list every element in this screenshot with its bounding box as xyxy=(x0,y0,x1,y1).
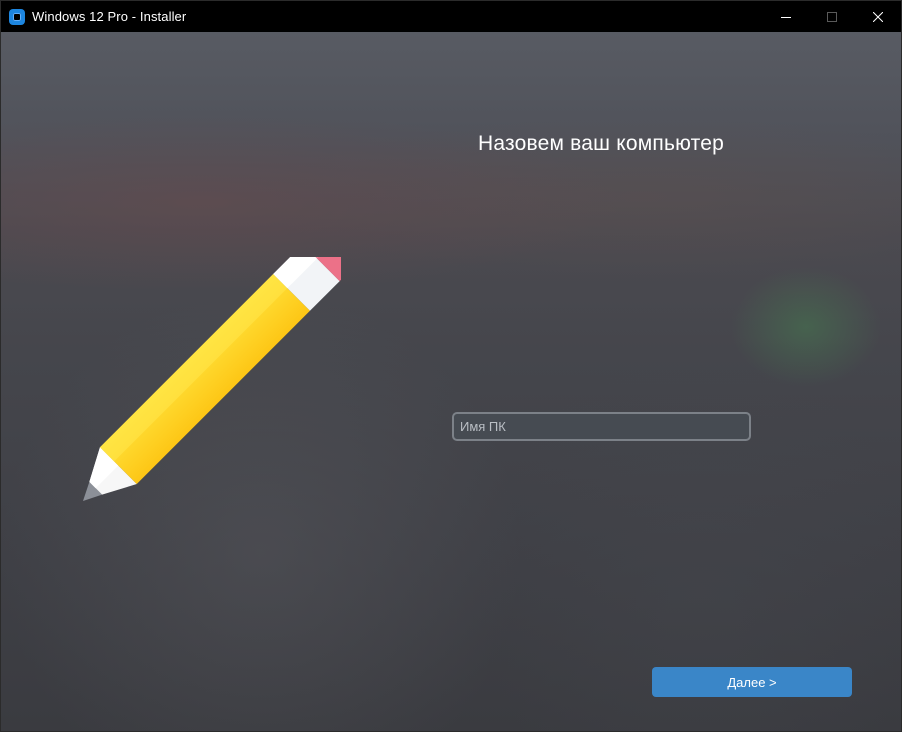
page-title: Назовем ваш компьютер xyxy=(478,132,724,155)
close-button[interactable] xyxy=(855,1,901,32)
window-controls xyxy=(763,1,901,32)
app-icon xyxy=(9,8,25,25)
installer-window: Windows 12 Pro - Installer Назовем ваш к… xyxy=(0,0,902,732)
maximize-button[interactable] xyxy=(809,1,855,32)
next-button[interactable]: Далее > xyxy=(652,667,852,697)
window-title: Windows 12 Pro - Installer xyxy=(32,9,187,24)
minimize-icon xyxy=(781,16,791,18)
pc-name-input[interactable] xyxy=(452,412,751,441)
installer-content: Назовем ваш компьютер Далее > xyxy=(1,32,901,731)
maximize-icon xyxy=(827,11,837,22)
close-icon xyxy=(873,11,883,22)
pencil-icon xyxy=(83,257,341,501)
title-bar[interactable]: Windows 12 Pro - Installer xyxy=(1,1,901,32)
minimize-button[interactable] xyxy=(763,1,809,32)
